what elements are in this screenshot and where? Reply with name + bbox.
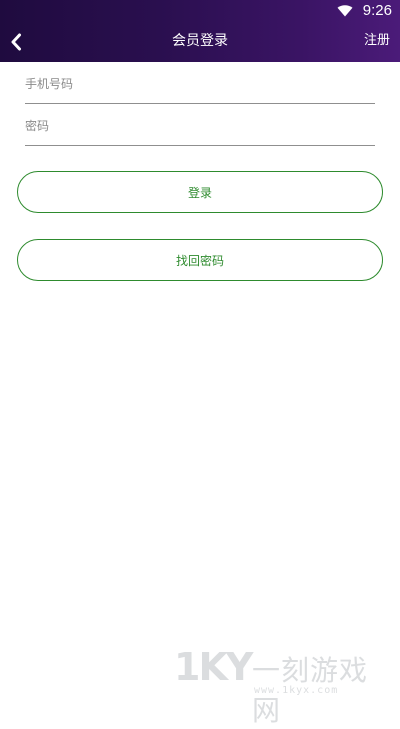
page-title: 会员登录 [172, 33, 228, 49]
register-link[interactable]: 注册 [364, 32, 390, 50]
status-time: 9:26 [362, 2, 392, 19]
watermark-logo: 1KY [174, 645, 253, 689]
back-button[interactable] [4, 28, 28, 56]
navbar: 会员登录 注册 [0, 22, 400, 62]
password-input[interactable] [25, 107, 375, 145]
chevron-left-icon [11, 33, 21, 51]
recover-password-button[interactable]: 找回密码 [17, 239, 383, 281]
top-bar: 9:26 会员登录 注册 [0, 0, 400, 62]
phone-field [25, 65, 375, 104]
wifi-icon [337, 5, 353, 17]
password-field [25, 107, 375, 146]
watermark: 1KY 一刻游戏网 www.1kyx.com [174, 643, 394, 727]
watermark-name: 一刻游戏网 [252, 654, 369, 727]
watermark-url: www.1kyx.com [254, 685, 339, 696]
status-bar: 9:26 [0, 0, 400, 22]
phone-input[interactable] [25, 65, 375, 103]
login-button[interactable]: 登录 [17, 171, 383, 213]
